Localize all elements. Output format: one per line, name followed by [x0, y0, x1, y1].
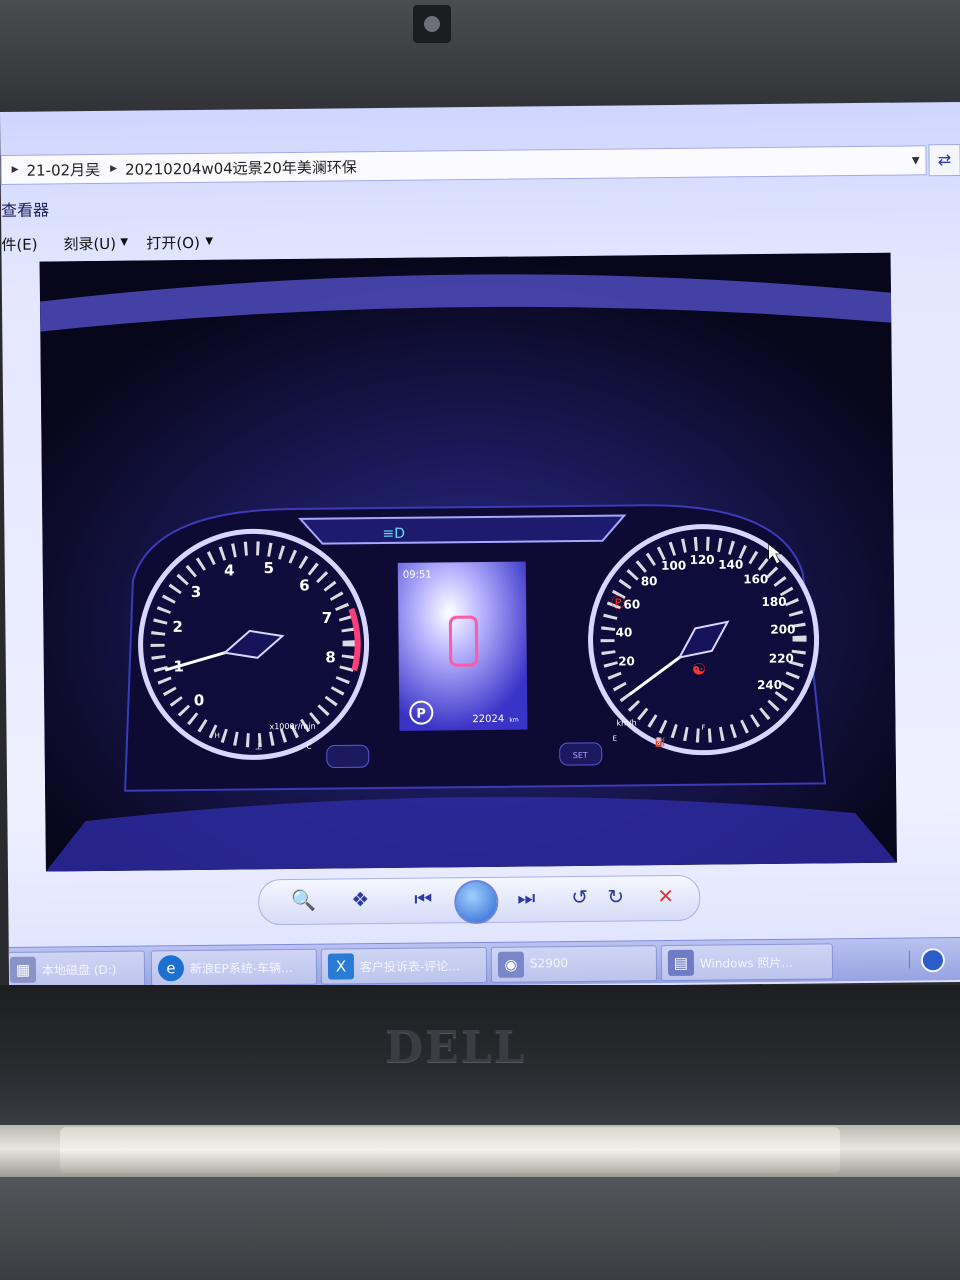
- menu-item-file[interactable]: 件(E): [1, 234, 37, 255]
- fuel-e-label: E: [613, 735, 618, 743]
- temp-c-label: C: [307, 743, 312, 751]
- tacho-unit: x1000r/min: [269, 722, 315, 731]
- address-bar[interactable]: ▶ 21-02月吴 ▶ 20210204w04远景20年美澜环保 ▼: [0, 145, 927, 185]
- chevron-down-icon[interactable]: ▼: [205, 236, 213, 247]
- screen: ▶ 21-02月吴 ▶ 20210204w04远景20年美澜环保 ▼ ⇄ 查看器…: [0, 101, 960, 992]
- photo-display: ≡D 012345678 Ⓟ ☯ 20406080100120140160180…: [39, 252, 897, 872]
- tacho-label-5: 5: [264, 559, 275, 577]
- speed-label-40: 40: [615, 625, 632, 639]
- laptop-base: [0, 1177, 960, 1280]
- tray-search-icon[interactable]: [920, 948, 946, 973]
- speed-label-220: 220: [769, 651, 794, 665]
- next-icon[interactable]: ⏭: [517, 885, 535, 909]
- tacho-label-6: 6: [299, 576, 310, 594]
- monitor-top-bezel: [0, 0, 960, 118]
- speed-label-20: 20: [618, 654, 635, 668]
- fit-window-icon[interactable]: ❖: [351, 887, 369, 911]
- speed-label-180: 180: [761, 595, 786, 609]
- photo-viewer-icon: ▤: [667, 949, 695, 977]
- headlight-indicator-icon: ≡D: [382, 526, 405, 542]
- chevron-down-icon[interactable]: ▼: [120, 237, 128, 248]
- edge-icon: e: [157, 955, 185, 982]
- clock: 09:51: [403, 570, 432, 581]
- speed-unit: km/h: [616, 718, 636, 727]
- speed-label-120: 120: [689, 553, 714, 567]
- center-display: [397, 561, 528, 731]
- coolant-temp-icon: ⊥: [255, 742, 263, 752]
- speed-label-140: 140: [718, 557, 743, 571]
- previous-icon[interactable]: ⏮: [414, 887, 432, 911]
- gear-letter: P: [416, 707, 426, 722]
- odometer-unit: km: [509, 717, 519, 724]
- breadcrumb-arrow-icon: ▶: [110, 163, 118, 174]
- taskbar-item-photo-viewer[interactable]: ▤ Windows 照片...: [660, 943, 834, 982]
- laptop-hinge-cover: [60, 1127, 840, 1173]
- zoom-icon[interactable]: 🔍: [291, 888, 316, 912]
- taskbar-item-drive[interactable]: ▦ 本地磁盘 (D:): [2, 950, 146, 989]
- delete-icon[interactable]: ✕: [657, 884, 674, 908]
- menu-item-open[interactable]: 打开(O): [146, 232, 200, 254]
- address-dropdown-icon[interactable]: ▼: [912, 155, 920, 166]
- rotate-left-icon[interactable]: ↺: [571, 885, 588, 909]
- camera-icon: ◉: [497, 951, 525, 978]
- speed-label-160: 160: [743, 572, 768, 586]
- speed-label-240: 240: [757, 678, 782, 692]
- menu-bar: 件(E) 刻录(U) ▼ 打开(O) ▼: [1, 220, 960, 258]
- webcam: [413, 5, 451, 43]
- speed-label-100: 100: [661, 559, 686, 573]
- taskbar-item-excel[interactable]: X 客户投诉表-评论...: [320, 946, 488, 985]
- taskbar-item-edge[interactable]: e 新浪EP系统-车辆...: [150, 948, 318, 987]
- breadcrumb-arrow-icon: ▶: [11, 164, 19, 175]
- taskbar-item-camera[interactable]: ◉ S2900: [490, 945, 658, 983]
- drive-icon: ▦: [9, 956, 37, 983]
- dell-logo: DELL: [385, 1022, 527, 1073]
- excel-icon: X: [327, 953, 355, 980]
- viewer-toolbar: 🔍 ❖ ⏮ ⏭ ↺ ↻ ✕: [258, 874, 701, 926]
- odometer-value: 22024: [472, 714, 504, 725]
- instrument-cluster-image: ≡D 012345678 Ⓟ ☯ 20406080100120140160180…: [39, 252, 897, 872]
- slideshow-button[interactable]: [454, 879, 499, 925]
- tacho-label-2: 2: [172, 618, 183, 636]
- tachometer: 012345678: [138, 528, 370, 760]
- tacho-label-0: 0: [194, 691, 205, 709]
- temp-h-label: H: [215, 732, 220, 740]
- fuel-pump-icon: ⛽: [655, 736, 666, 748]
- speed-label-60: 60: [623, 597, 640, 611]
- speed-label-80: 80: [641, 574, 658, 588]
- speed-label-200: 200: [770, 622, 795, 636]
- refresh-icon[interactable]: ⇄: [928, 143, 960, 177]
- webcam-lens: [424, 16, 440, 32]
- tacho-label-3: 3: [191, 583, 202, 601]
- tacho-label-4: 4: [224, 561, 235, 579]
- menu-item-burn[interactable]: 刻录(U): [63, 233, 116, 255]
- fuel-f-label: F: [701, 724, 705, 732]
- tacho-label-8: 8: [325, 648, 336, 666]
- breadcrumb-item[interactable]: 21-02月吴: [26, 158, 100, 180]
- taskbar: ▦ 本地磁盘 (D:) e 新浪EP系统-车辆... X 客户投诉表-评论...…: [2, 936, 960, 990]
- rotate-right-icon[interactable]: ↻: [607, 885, 624, 909]
- trip-button: [326, 744, 370, 769]
- breadcrumb-item[interactable]: 20210204w04远景20年美澜环保: [125, 156, 357, 179]
- indicator-strip: [298, 514, 627, 545]
- tacho-label-7: 7: [322, 609, 333, 627]
- seatbelt-icon: ☯: [692, 660, 707, 679]
- set-button-label: SET: [573, 751, 588, 760]
